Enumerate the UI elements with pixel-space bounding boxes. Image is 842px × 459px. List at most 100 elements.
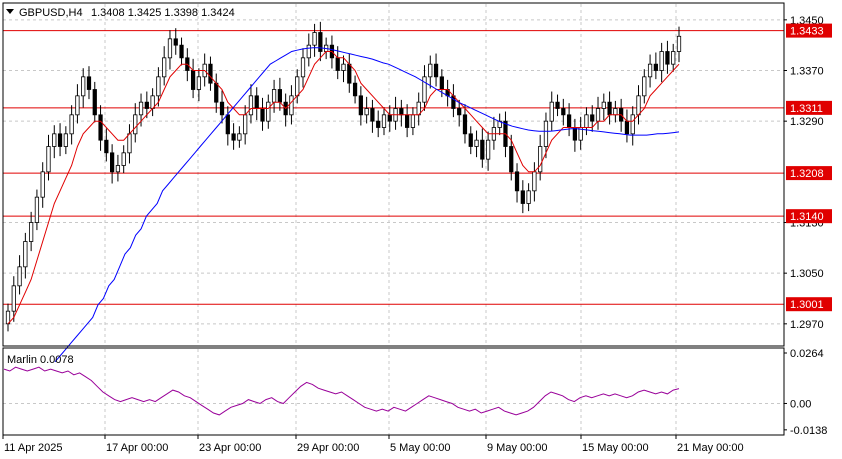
candle-body-88 [514, 171, 520, 192]
candle-body-58 [341, 63, 346, 71]
chart-background [0, 0, 842, 459]
osc-tick-label-2: -0.0138 [790, 425, 827, 437]
candle-body-17 [104, 139, 109, 154]
time-tick-label-0: 11 Apr 2025 [4, 442, 63, 454]
candle-body-114 [665, 51, 670, 65]
candle-body-113 [659, 51, 664, 71]
level-label-0: 1.3433 [790, 26, 824, 38]
candle-body-65 [381, 114, 387, 128]
candle-body-32 [190, 70, 196, 90]
candle-body-93 [543, 120, 549, 147]
time-tick-label-6: 15 May 00:00 [582, 442, 649, 454]
candle-body-41 [243, 114, 248, 135]
ohlc-values: 1.3408 1.3425 1.3398 1.3424 [91, 7, 235, 19]
candle-body-13 [81, 76, 86, 97]
candle-body-75 [439, 76, 444, 90]
candle-body-27 [162, 57, 167, 78]
candle-body-57 [335, 57, 340, 71]
candle-body-64 [376, 120, 381, 128]
candle-body-103 [601, 101, 606, 109]
candle-body-81 [474, 139, 479, 147]
candle-body-51 [300, 57, 306, 78]
candle-body-4 [29, 222, 34, 242]
candle-body-45 [266, 101, 271, 122]
level-label-4: 1.3001 [790, 299, 824, 311]
candle-body-66 [387, 114, 392, 122]
candle-body-70 [410, 114, 416, 128]
candle-body-100 [584, 114, 589, 128]
candle-body-74 [433, 63, 439, 78]
candle-body-16 [98, 114, 103, 141]
candle-body-59 [347, 63, 352, 84]
candle-body-26 [156, 76, 161, 97]
candle-body-6 [40, 171, 45, 198]
candle-body-15 [92, 89, 97, 116]
candle-body-7 [46, 146, 51, 173]
candle-body-111 [647, 63, 653, 78]
candle-body-50 [295, 76, 300, 97]
time-tick-label-5: 9 May 00:00 [487, 442, 548, 454]
candle-body-20 [121, 152, 126, 166]
candle-body-42 [248, 95, 254, 116]
candle-body-44 [260, 108, 265, 122]
candle-body-108 [630, 114, 635, 135]
candle-body-63 [370, 108, 375, 122]
candle-body-3 [23, 241, 28, 268]
candle-body-2 [17, 266, 22, 287]
candle-body-94 [549, 101, 554, 122]
candle-body-104 [607, 101, 612, 116]
candle-body-109 [636, 95, 641, 116]
candle-body-116 [676, 35, 682, 52]
candle-body-82 [480, 139, 485, 160]
candle-body-23 [138, 101, 144, 116]
time-tick-label-4: 5 May 00:00 [390, 442, 451, 454]
candle-body-52 [306, 44, 311, 59]
candle-body-83 [485, 139, 491, 160]
level-label-3: 1.3140 [790, 211, 824, 223]
candle-body-61 [358, 95, 363, 116]
candle-body-36 [214, 82, 219, 103]
candle-body-110 [642, 76, 647, 97]
candle-body-9 [57, 133, 63, 147]
candle-body-47 [277, 89, 282, 103]
candle-body-79 [462, 114, 468, 135]
candle-body-78 [457, 108, 462, 116]
candle-body-68 [399, 108, 404, 116]
candle-body-107 [624, 120, 630, 135]
candle-body-39 [231, 133, 236, 141]
price-tick-label-2: 1.3290 [790, 116, 824, 128]
time-tick-label-2: 23 Apr 00:00 [199, 442, 261, 454]
osc-tick-label-0: 0.0264 [790, 348, 824, 360]
candle-body-73 [428, 63, 433, 78]
candle-body-87 [509, 146, 514, 173]
candle-body-60 [352, 82, 358, 97]
candle-body-30 [179, 44, 184, 59]
candle-body-112 [653, 63, 658, 71]
symbol-label: GBPUSD,H4 [19, 7, 83, 19]
candle-body-29 [173, 38, 178, 46]
candle-body-33 [196, 76, 202, 90]
candle-body-101 [590, 114, 595, 122]
candle-body-102 [595, 108, 601, 122]
candle-body-5 [34, 196, 40, 223]
time-tick-label-7: 21 May 00:00 [677, 442, 744, 454]
candle-body-97 [566, 114, 572, 128]
candle-body-11 [69, 114, 74, 135]
candle-body-80 [468, 133, 473, 147]
candle-body-21 [127, 133, 132, 154]
candle-body-28 [167, 38, 173, 59]
candle-body-1 [11, 285, 16, 312]
candle-body-46 [271, 89, 277, 103]
candle-body-40 [237, 133, 242, 141]
level-label-1: 1.3311 [790, 103, 823, 115]
price-tick-label-5: 1.2970 [790, 319, 824, 331]
candle-body-62 [364, 108, 369, 116]
candle-body-69 [405, 114, 410, 128]
candle-body-35 [208, 63, 213, 84]
candle-body-14 [86, 76, 92, 90]
chart-canvas: 1.34501.33701.32901.31301.30501.2970 1.3… [0, 0, 842, 459]
osc-tick-label-1: 0.00 [790, 398, 811, 410]
candle-body-89 [520, 190, 525, 204]
candle-body-115 [671, 51, 676, 65]
candle-body-98 [572, 127, 577, 141]
